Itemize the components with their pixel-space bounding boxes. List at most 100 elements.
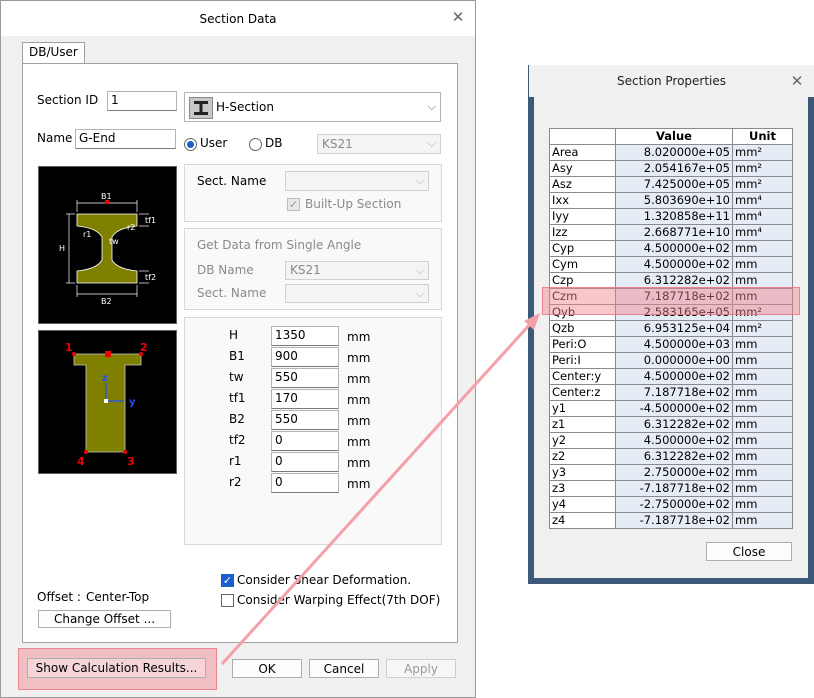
section-dimension-diagram: B1 B2 H tw r1 r2 tf1 tf2 bbox=[38, 166, 177, 324]
property-name: z1 bbox=[549, 416, 616, 433]
property-unit: mm² bbox=[732, 176, 793, 193]
apply-label: Apply bbox=[404, 661, 438, 676]
offset-label: Offset : bbox=[37, 590, 81, 604]
dim-unit: mm bbox=[347, 477, 371, 491]
section-shape-select[interactable]: H-Section ⌵ bbox=[184, 92, 441, 122]
section-data-dialog: Section Data ✕ DB/User Section ID 1 H-Se… bbox=[0, 0, 476, 698]
change-offset-label: Change Offset ... bbox=[53, 612, 156, 626]
user-radio[interactable] bbox=[184, 138, 197, 151]
dim-label: tf2 bbox=[229, 433, 246, 447]
sect-name-select[interactable]: ⌵ bbox=[285, 171, 429, 191]
property-row: y3 2.750000e+02 mm bbox=[549, 464, 793, 481]
close-icon[interactable]: ✕ bbox=[451, 10, 465, 25]
property-value: 4.500000e+03 bbox=[615, 336, 733, 353]
dim-input[interactable]: 0 bbox=[271, 473, 339, 493]
property-row: Asz 7.425000e+05 mm² bbox=[549, 176, 793, 193]
dim-unit: mm bbox=[347, 414, 371, 428]
property-unit: mm bbox=[732, 384, 793, 401]
property-row: Iyy 1.320858e+11 mm⁴ bbox=[549, 208, 793, 225]
svg-text:r2: r2 bbox=[127, 223, 135, 232]
db-radio[interactable] bbox=[249, 138, 262, 151]
single-angle-title: Get Data from Single Angle bbox=[197, 238, 362, 252]
section-id-label: Section ID bbox=[37, 93, 99, 107]
close-button[interactable]: Close bbox=[706, 542, 792, 561]
db-name-select[interactable]: KS21 ⌵ bbox=[285, 261, 429, 280]
close-icon[interactable]: ✕ bbox=[790, 74, 804, 89]
show-calc-label: Show Calculation Results... bbox=[35, 661, 198, 675]
db-name-value: KS21 bbox=[290, 263, 321, 277]
tab-db-user[interactable]: DB/User bbox=[22, 42, 85, 64]
sect-name-label-2: Sect. Name bbox=[197, 286, 267, 300]
dim-input[interactable]: 170 bbox=[271, 389, 339, 409]
sect-name-select-2[interactable]: ⌵ bbox=[285, 284, 429, 303]
shear-deformation-label: Consider Shear Deformation. bbox=[237, 573, 412, 587]
props-titlebar: Section Properties ✕ bbox=[528, 65, 814, 97]
db-select[interactable]: KS21 ⌵ bbox=[317, 134, 441, 154]
dim-unit: mm bbox=[347, 435, 371, 449]
apply-button[interactable]: Apply bbox=[386, 659, 456, 678]
dim-input[interactable]: 550 bbox=[271, 410, 339, 430]
property-value: 0.000000e+00 bbox=[615, 352, 733, 369]
property-unit: mm bbox=[732, 512, 793, 529]
property-name: Center:z bbox=[549, 384, 616, 401]
svg-text:B1: B1 bbox=[101, 192, 112, 201]
db-select-value: KS21 bbox=[322, 137, 353, 151]
section-properties-dialog: Section Properties ✕ Value Unit Area 8.02… bbox=[528, 65, 814, 584]
property-value: 1.320858e+11 bbox=[615, 208, 733, 225]
section-shape-value: H-Section bbox=[216, 100, 274, 114]
ok-button[interactable]: OK bbox=[232, 659, 302, 678]
dim-label: H bbox=[229, 328, 239, 342]
change-offset-button[interactable]: Change Offset ... bbox=[38, 610, 171, 628]
property-unit: mm bbox=[732, 448, 793, 465]
property-row: z1 6.312282e+02 mm bbox=[549, 416, 793, 433]
dim-input[interactable]: 0 bbox=[271, 452, 339, 472]
header-name bbox=[549, 128, 616, 145]
svg-text:4: 4 bbox=[77, 455, 85, 468]
property-unit: mm bbox=[732, 416, 793, 433]
property-unit: mm bbox=[732, 336, 793, 353]
dim-label: r2 bbox=[229, 475, 242, 489]
property-row: z3 -7.187718e+02 mm bbox=[549, 480, 793, 497]
property-name: z4 bbox=[549, 512, 616, 529]
property-unit: mm⁴ bbox=[732, 208, 793, 225]
property-value: 2.668771e+10 bbox=[615, 224, 733, 241]
dim-input[interactable]: 1350 bbox=[271, 326, 339, 346]
dim-input[interactable]: 900 bbox=[271, 347, 339, 367]
property-unit: mm bbox=[732, 352, 793, 369]
property-value: -4.500000e+02 bbox=[615, 400, 733, 417]
property-name: Ixx bbox=[549, 192, 616, 209]
dim-label: B1 bbox=[229, 349, 245, 363]
name-input[interactable]: G-End bbox=[75, 129, 176, 149]
property-name: Qzb bbox=[549, 320, 616, 337]
property-unit: mm² bbox=[732, 160, 793, 177]
section-points-diagram: 1 2 4 3 z y bbox=[38, 330, 177, 474]
property-unit: mm bbox=[732, 496, 793, 513]
dim-unit: mm bbox=[347, 456, 371, 470]
property-name: z3 bbox=[549, 480, 616, 497]
property-value: 4.500000e+02 bbox=[615, 256, 733, 273]
chevron-down-icon: ⌵ bbox=[415, 174, 424, 187]
property-name: y2 bbox=[549, 432, 616, 449]
property-name: Asz bbox=[549, 176, 616, 193]
dim-input[interactable]: 550 bbox=[271, 368, 339, 388]
dialog-titlebar: Section Data ✕ bbox=[1, 1, 475, 36]
h-section-icon bbox=[189, 97, 213, 119]
svg-text:tf2: tf2 bbox=[145, 273, 156, 282]
dim-input[interactable]: 0 bbox=[271, 431, 339, 451]
warping-effect-checkbox[interactable] bbox=[221, 594, 234, 607]
property-name: Peri:I bbox=[549, 352, 616, 369]
section-id-input[interactable]: 1 bbox=[107, 91, 177, 111]
property-name: Cyp bbox=[549, 240, 616, 257]
cancel-button[interactable]: Cancel bbox=[309, 659, 379, 678]
property-name: y3 bbox=[549, 464, 616, 481]
property-value: 7.425000e+05 bbox=[615, 176, 733, 193]
header-unit: Unit bbox=[732, 128, 793, 145]
show-calculation-results-button[interactable]: Show Calculation Results... bbox=[27, 658, 206, 678]
dim-label: tf1 bbox=[229, 391, 246, 405]
built-up-checkbox[interactable]: ✓ bbox=[287, 198, 300, 211]
property-unit: mm² bbox=[732, 320, 793, 337]
property-value: 2.054167e+05 bbox=[615, 160, 733, 177]
dim-unit: mm bbox=[347, 372, 371, 386]
svg-text:tw: tw bbox=[109, 237, 119, 246]
shear-deformation-checkbox[interactable]: ✓ bbox=[221, 574, 234, 587]
